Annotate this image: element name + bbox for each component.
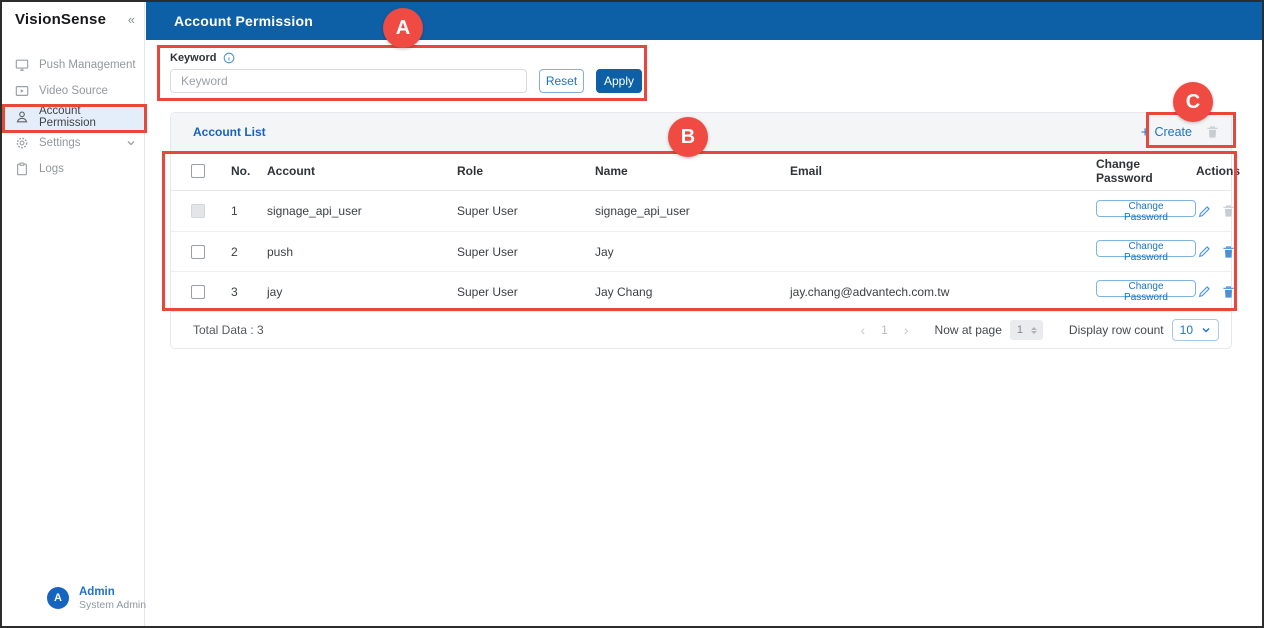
sidebar-collapse-icon[interactable]: « — [128, 12, 135, 27]
display-row-count-label: Display row count — [1068, 323, 1164, 337]
sidebar-item-label: Account Permission — [39, 105, 96, 129]
keyword-input[interactable] — [170, 69, 527, 93]
sidebar-item-video-source[interactable]: Video Source — [2, 78, 144, 104]
video-icon — [15, 84, 29, 98]
email-cell: jay.chang@advantech.com.tw — [790, 284, 950, 299]
delete-icon — [1222, 204, 1235, 218]
edit-icon[interactable] — [1198, 245, 1211, 258]
table-row: 2 push Super User Jay Change Password — [171, 231, 1234, 271]
now-at-page-label: Now at page — [934, 323, 1002, 337]
plus-icon: + — [1140, 123, 1150, 141]
col-actions: Actions — [1196, 164, 1241, 178]
account-cell: signage_api_user — [267, 204, 362, 218]
col-no: No. — [231, 164, 251, 178]
edit-icon[interactable] — [1198, 285, 1211, 298]
page-input-wrap — [1009, 320, 1043, 340]
col-name: Name — [595, 164, 628, 178]
current-user[interactable]: A Admin System Administrator — [2, 585, 178, 627]
avatar: A — [47, 587, 69, 610]
page-number[interactable]: 1 — [881, 323, 888, 337]
name-cell: Jay Chang — [595, 284, 653, 299]
sidebar-item-logs[interactable]: Logs — [2, 156, 144, 182]
table-row: 3 jay Super User Jay Chang jay.chang@adv… — [171, 271, 1234, 311]
sidebar: VisionSense « Push Management Video Sour… — [2, 2, 178, 627]
chevron-down-icon — [126, 138, 136, 148]
delete-icon[interactable] — [1222, 245, 1235, 259]
reset-button[interactable]: Reset — [539, 69, 584, 93]
role-cell: Super User — [457, 284, 518, 299]
sidebar-item-account-permission[interactable]: Account Permission — [2, 104, 144, 130]
page-header: Account Permission — [146, 2, 1262, 40]
role-cell: Super User — [457, 244, 518, 259]
keyword-label: Keyword — [170, 52, 217, 64]
sidebar-item-settings[interactable]: Settings — [2, 130, 144, 156]
account-list-header: Account List + Create — [171, 113, 1231, 152]
role-cell: Super User — [457, 204, 518, 218]
col-account: Account — [267, 164, 315, 178]
row-checkbox[interactable] — [191, 244, 205, 259]
user-icon — [15, 110, 29, 124]
info-icon[interactable] — [223, 52, 235, 64]
table-footer: Total Data : 3 ‹ 1 › Now at page Display… — [171, 311, 1231, 348]
account-list-card: Account List + Create No. Account Role N… — [170, 112, 1240, 349]
page-stepper-icon[interactable] — [1030, 326, 1037, 334]
row-count-select[interactable]: 10 — [1171, 319, 1219, 341]
page-title: Account Permission — [174, 13, 313, 29]
select-all-checkbox[interactable] — [191, 164, 205, 178]
table-row: 1 signage_api_user Super User signage_ap… — [171, 191, 1234, 231]
name-cell: Jay — [595, 244, 614, 259]
change-password-button[interactable]: Change Password — [1096, 240, 1196, 263]
gear-icon — [15, 136, 29, 150]
total-data-label: Total Data : 3 — [193, 323, 264, 337]
account-list-title: Account List — [193, 125, 266, 139]
apply-button[interactable]: Apply — [596, 69, 642, 93]
name-cell: signage_api_user — [595, 204, 690, 218]
change-password-button[interactable]: Change Password — [1096, 199, 1196, 223]
prev-page-icon[interactable]: ‹ — [861, 323, 866, 337]
next-page-icon[interactable]: › — [904, 323, 909, 337]
sidebar-item-label: Push Management — [39, 59, 136, 71]
clipboard-icon — [15, 162, 29, 176]
sidebar-item-label: Video Source — [39, 85, 108, 97]
col-email: Email — [790, 164, 823, 178]
row-checkbox — [191, 204, 205, 218]
chevron-down-icon — [1202, 328, 1210, 333]
sidebar-item-label: Settings — [39, 137, 81, 149]
main-content: Account Permission Keyword Reset Apply A… — [146, 2, 1262, 626]
table-header-row: No. Account Role Name Email Change Passw… — [171, 152, 1240, 191]
change-password-button[interactable]: Change Password — [1096, 280, 1196, 303]
row-count-value: 10 — [1179, 323, 1193, 337]
sidebar-menu: Push Management Video Source Account Per… — [2, 52, 144, 182]
app-logo-title: VisionSense — [15, 10, 107, 28]
keyword-filter-section: Keyword Reset Apply — [146, 40, 1262, 93]
account-table: No. Account Role Name Email Change Passw… — [171, 152, 1240, 311]
row-checkbox[interactable] — [191, 284, 205, 299]
page-input[interactable] — [1016, 324, 1031, 336]
edit-icon[interactable] — [1198, 205, 1211, 218]
account-cell: push — [267, 244, 294, 259]
monitor-icon — [15, 58, 29, 72]
visionsense-app-window: VisionSense « Push Management Video Sour… — [0, 0, 1264, 628]
account-cell: jay — [267, 284, 283, 299]
sidebar-item-label: Logs — [39, 163, 64, 175]
col-change-password: Change Password — [1096, 157, 1153, 185]
sidebar-item-push-management[interactable]: Push Management — [2, 52, 144, 78]
col-role: Role — [457, 164, 484, 178]
delete-icon[interactable] — [1222, 285, 1235, 299]
create-button[interactable]: + Create — [1141, 125, 1192, 140]
bulk-delete-icon — [1206, 125, 1219, 139]
